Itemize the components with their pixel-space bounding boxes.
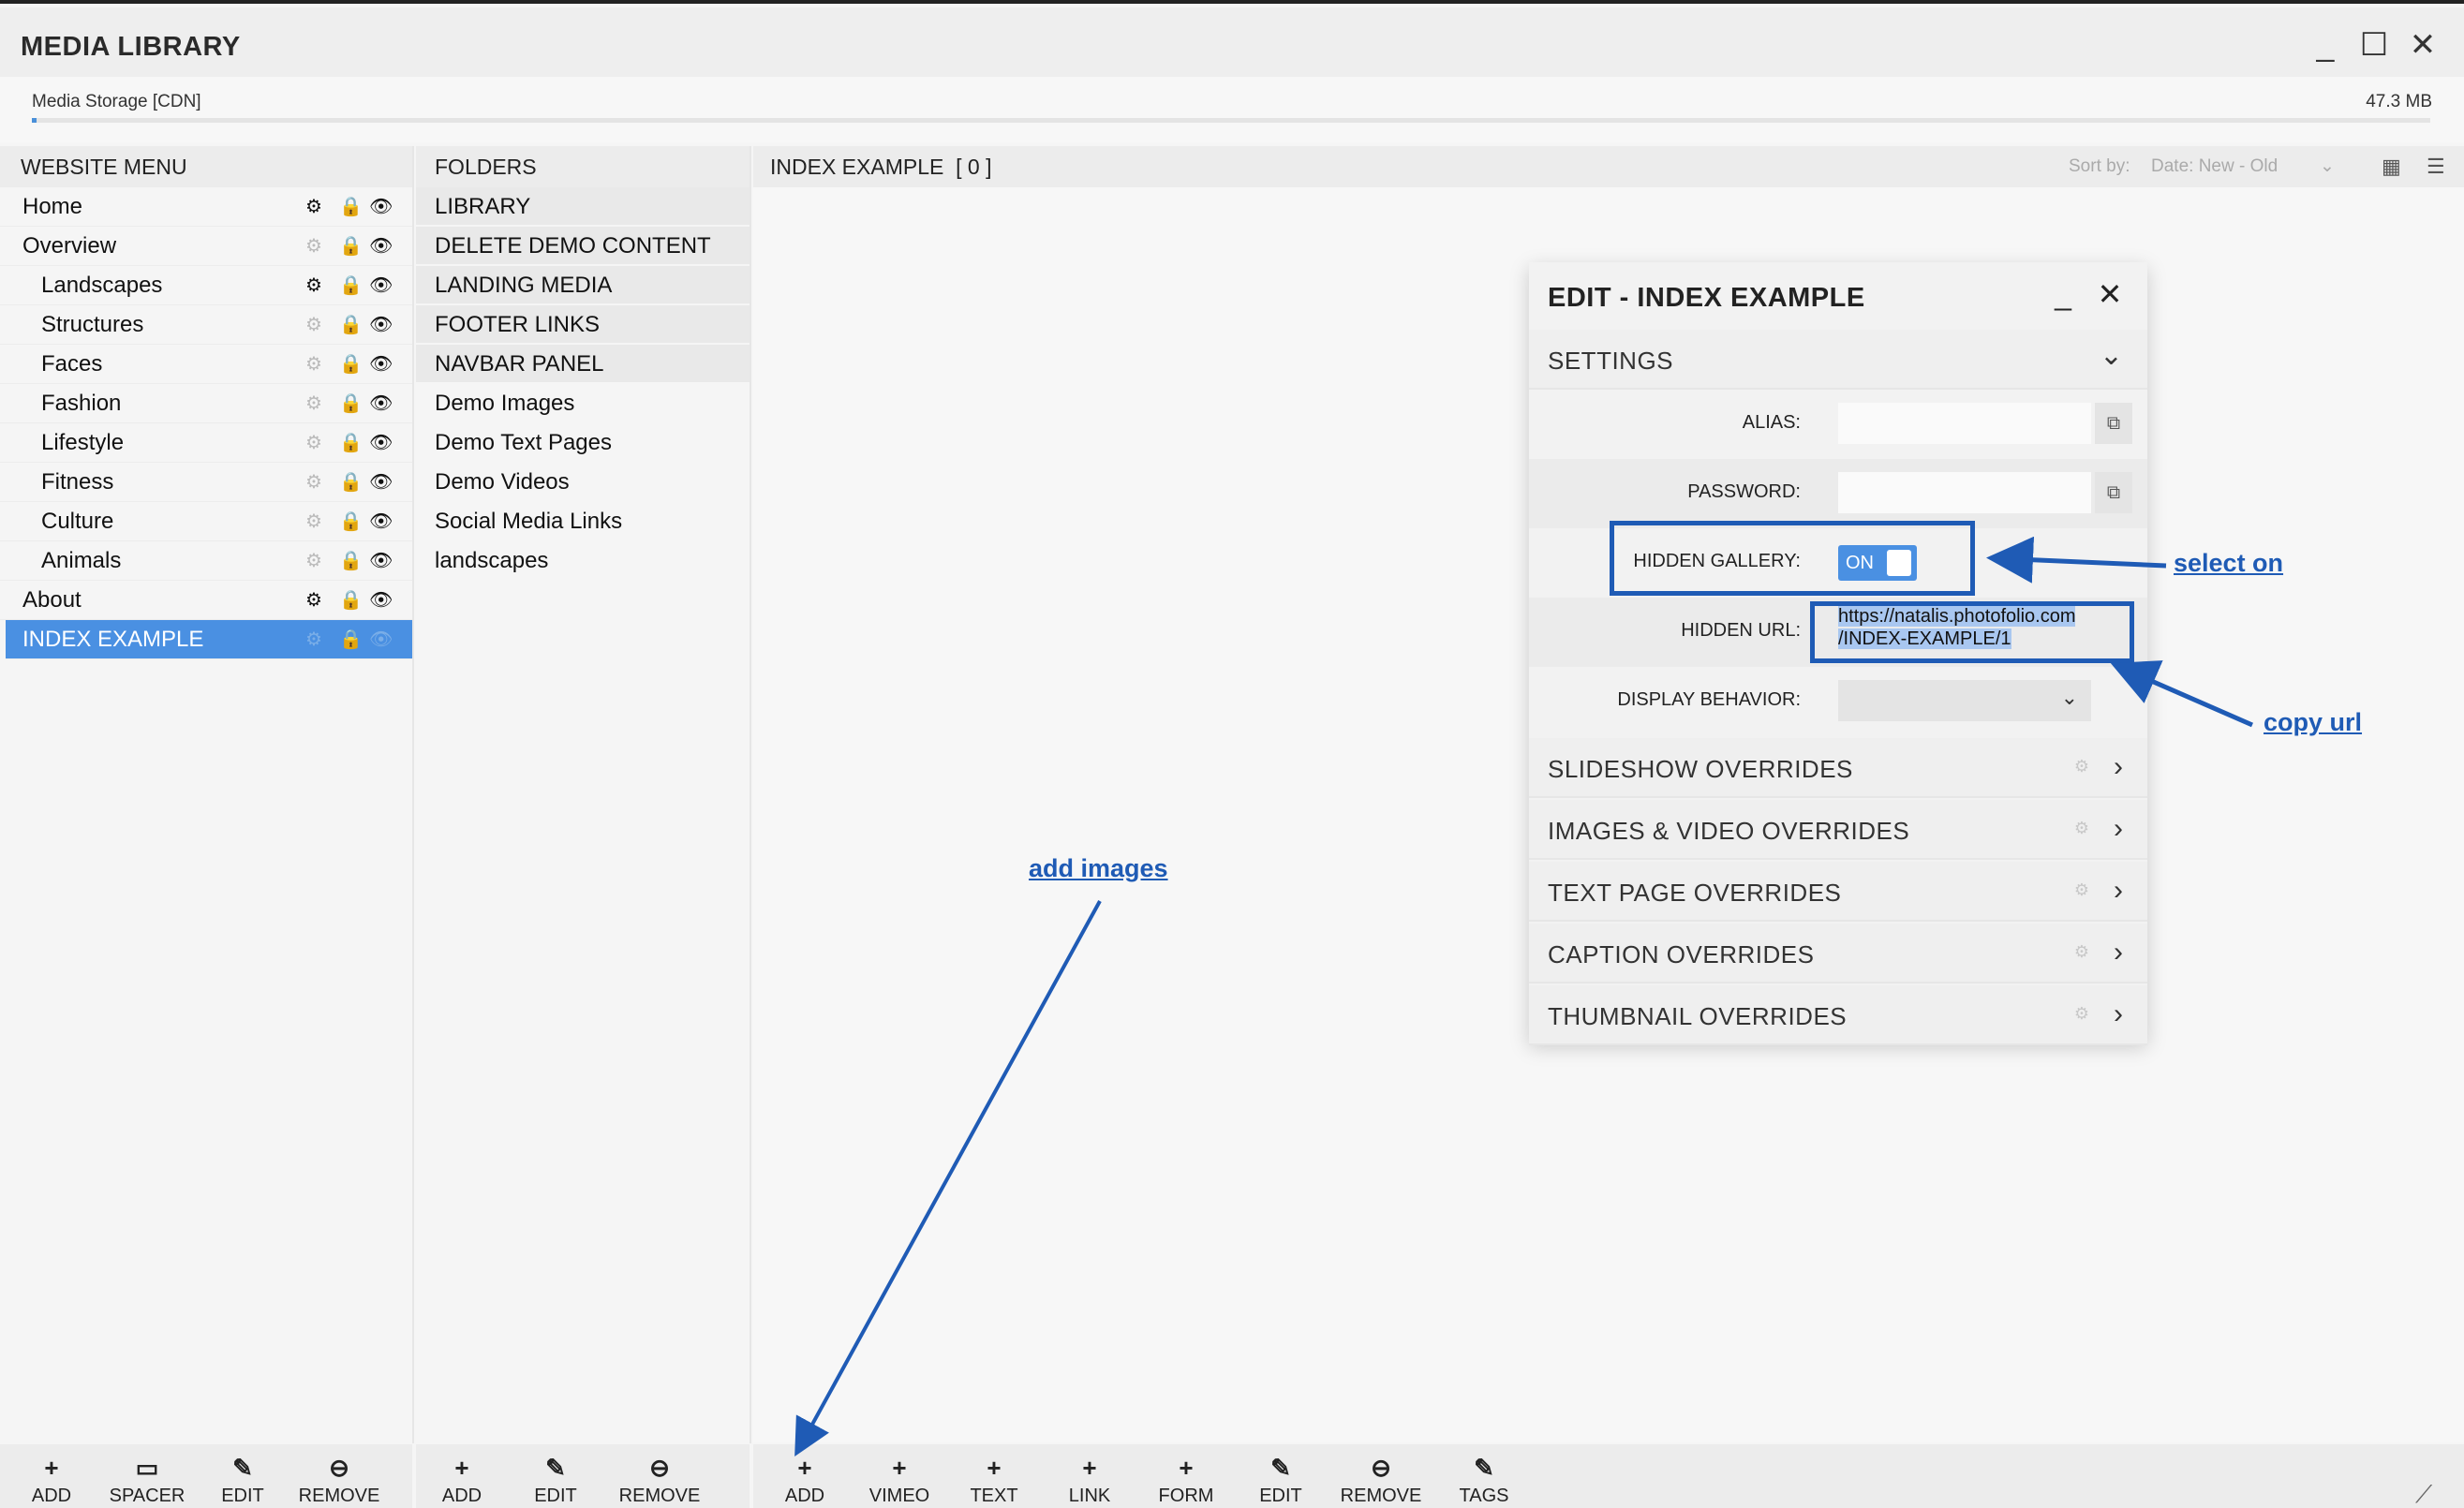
media-library-window: MEDIA LIBRARY _ ☐ ✕ Media Storage [CDN] … — [0, 0, 2464, 1508]
arrow-to-add — [794, 900, 1102, 1457]
annotation-arrows — [794, 536, 2254, 1457]
arrow-to-url — [2110, 660, 2254, 728]
arrow-to-toggle — [1986, 536, 2167, 584]
